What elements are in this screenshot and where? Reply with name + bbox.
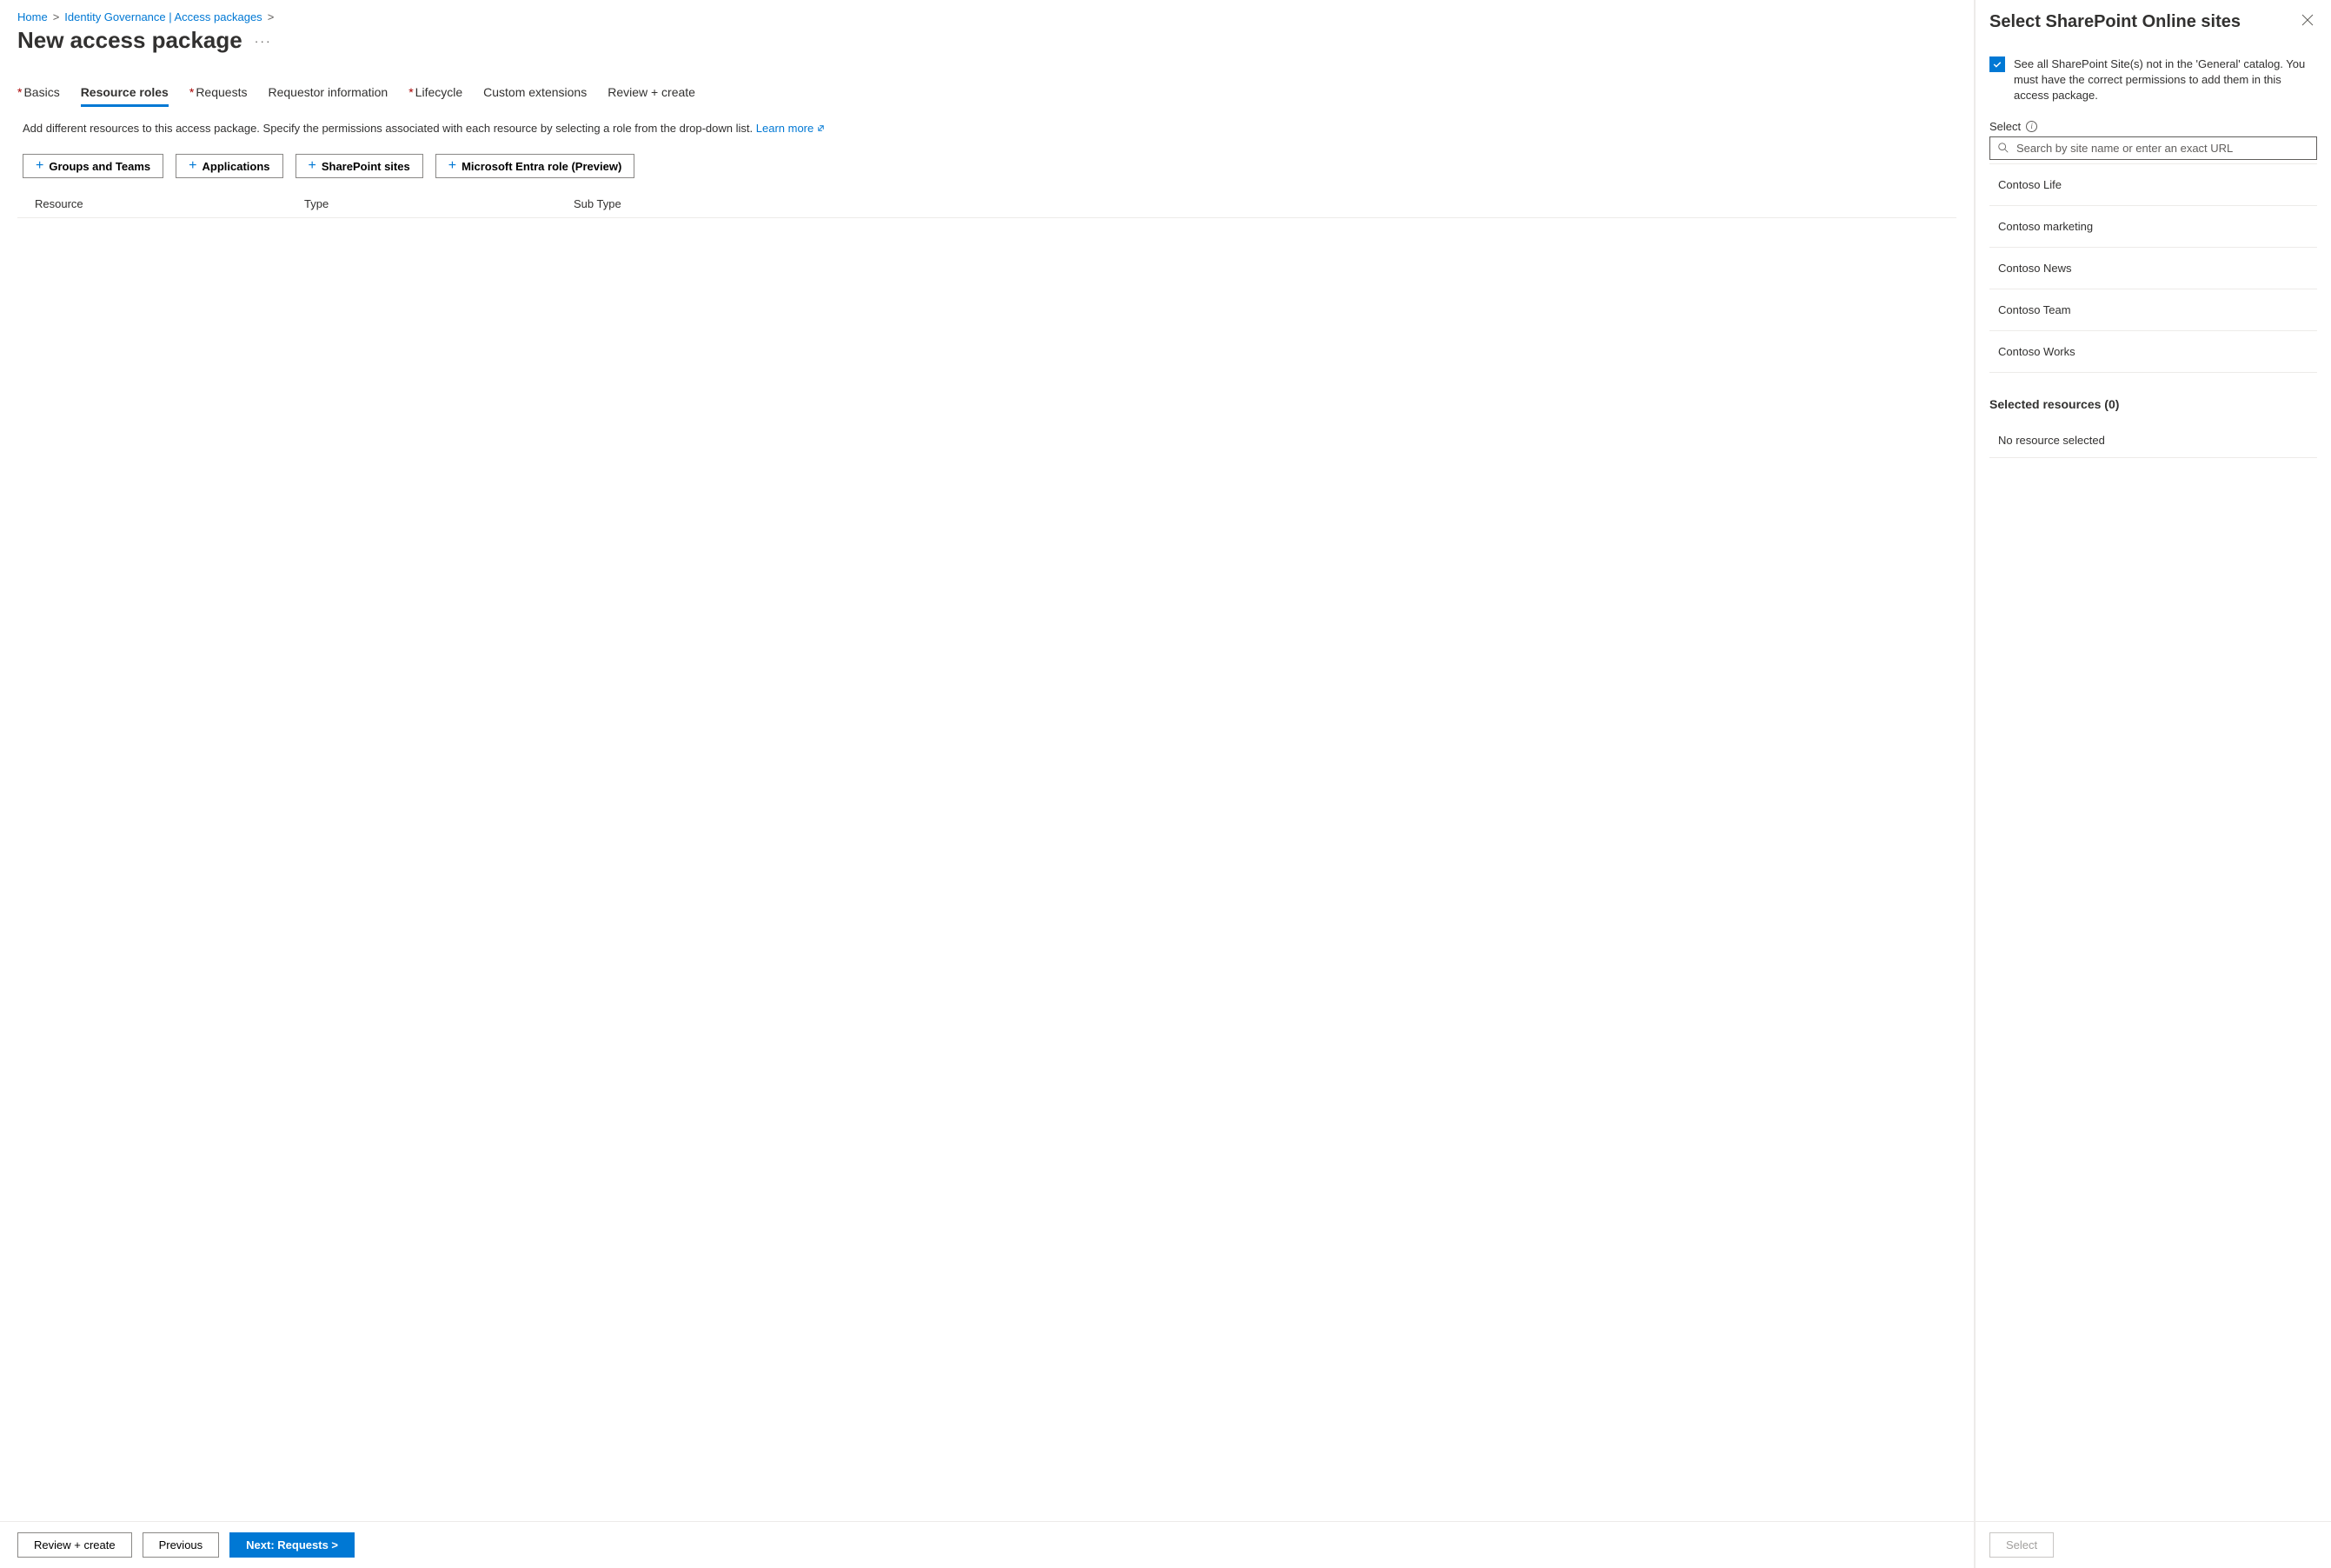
tab-custom-extensions[interactable]: Custom extensions xyxy=(483,80,587,107)
breadcrumb-home[interactable]: Home xyxy=(17,10,48,23)
list-item[interactable]: Contoso Team xyxy=(1989,289,2317,331)
side-panel: Select SharePoint Online sites See all S… xyxy=(1975,0,2331,1568)
plus-icon: + xyxy=(189,159,196,173)
list-item[interactable]: Contoso marketing xyxy=(1989,206,2317,248)
panel-footer: Select xyxy=(1976,1521,2331,1568)
previous-button[interactable]: Previous xyxy=(143,1532,220,1558)
tab-review-create[interactable]: Review + create xyxy=(608,80,695,107)
table-header: Resource Type Sub Type xyxy=(17,190,1956,218)
list-item[interactable]: Contoso Works xyxy=(1989,331,2317,373)
info-icon[interactable]: i xyxy=(2026,121,2037,132)
breadcrumb: Home > Identity Governance | Access pack… xyxy=(17,10,1956,23)
add-applications-button[interactable]: + Applications xyxy=(176,154,282,178)
search-input-wrap[interactable] xyxy=(1989,136,2317,160)
select-label: Select xyxy=(1989,120,2021,133)
external-link-icon xyxy=(816,123,826,133)
selected-resources-label: Selected resources (0) xyxy=(1989,397,2317,411)
select-button[interactable]: Select xyxy=(1989,1532,2054,1558)
plus-icon: + xyxy=(448,159,456,173)
checkmark-icon xyxy=(1992,59,2002,70)
chevron-right-icon: > xyxy=(268,10,275,23)
close-icon xyxy=(2301,14,2314,26)
search-input[interactable] xyxy=(2015,141,2309,156)
add-groups-teams-button[interactable]: + Groups and Teams xyxy=(23,154,163,178)
add-entra-role-button[interactable]: + Microsoft Entra role (Preview) xyxy=(435,154,635,178)
panel-title: Select SharePoint Online sites xyxy=(1989,12,2241,32)
no-resource-selected: No resource selected xyxy=(1989,423,2317,458)
see-all-sites-label: See all SharePoint Site(s) not in the 'G… xyxy=(2014,56,2317,104)
more-actions-button[interactable]: ··· xyxy=(255,34,272,48)
column-type: Type xyxy=(304,197,574,210)
description: Add different resources to this access p… xyxy=(23,121,1956,136)
tabs: *Basics Resource roles *Requests Request… xyxy=(17,80,1956,107)
learn-more-link[interactable]: Learn more xyxy=(756,122,826,135)
close-panel-button[interactable] xyxy=(2298,12,2317,31)
tab-requestor-information[interactable]: Requestor information xyxy=(268,80,388,107)
search-icon xyxy=(1997,142,2009,154)
page-title: New access package xyxy=(17,27,242,54)
add-sharepoint-sites-button[interactable]: + SharePoint sites xyxy=(296,154,423,178)
tab-lifecycle[interactable]: *Lifecycle xyxy=(408,80,462,107)
review-create-button[interactable]: Review + create xyxy=(17,1532,132,1558)
see-all-sites-checkbox[interactable] xyxy=(1989,56,2005,72)
list-item[interactable]: Contoso Life xyxy=(1989,164,2317,206)
tab-requests[interactable]: *Requests xyxy=(189,80,248,107)
plus-icon: + xyxy=(36,159,43,173)
column-subtype: Sub Type xyxy=(574,197,1956,210)
plus-icon: + xyxy=(309,159,316,173)
chevron-right-icon: > xyxy=(53,10,60,23)
next-button[interactable]: Next: Requests > xyxy=(229,1532,355,1558)
list-item[interactable]: Contoso News xyxy=(1989,248,2317,289)
column-resource: Resource xyxy=(35,197,304,210)
tab-resource-roles[interactable]: Resource roles xyxy=(81,80,169,107)
breadcrumb-identity-governance[interactable]: Identity Governance | Access packages xyxy=(64,10,262,23)
tab-basics[interactable]: *Basics xyxy=(17,80,60,107)
site-list: Contoso Life Contoso marketing Contoso N… xyxy=(1989,163,2317,373)
footer: Review + create Previous Next: Requests … xyxy=(0,1521,1974,1568)
